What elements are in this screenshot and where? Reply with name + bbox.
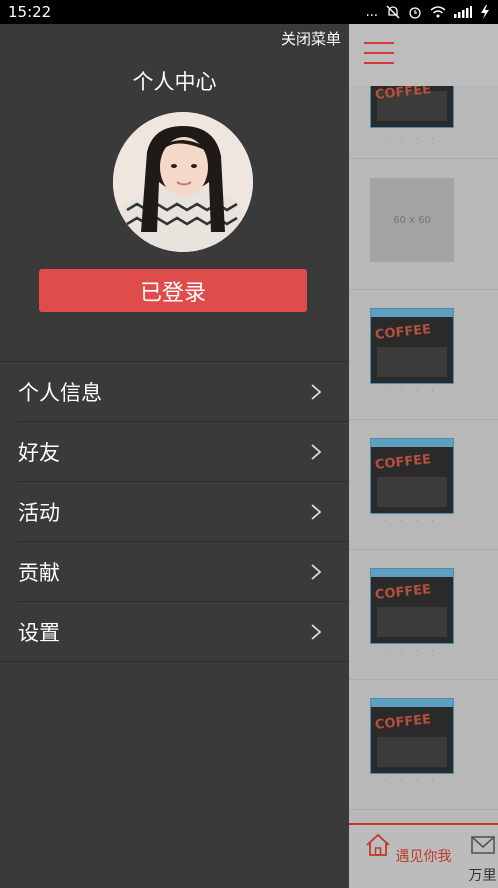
list-item[interactable]: · · · · <box>349 290 498 420</box>
charging-battery-icon <box>481 5 489 19</box>
list-item[interactable]: · · · · <box>349 420 498 550</box>
post-thumbnail[interactable] <box>370 568 454 644</box>
mute-bell-icon <box>386 5 400 19</box>
menu-item-friends[interactable]: 好友 <box>0 422 349 482</box>
overflow-dots-icon: ... <box>365 4 378 20</box>
hamburger-menu-icon[interactable] <box>364 42 396 66</box>
side-drawer: 关闭菜单 个人中心 已登录 个人信息 好友 活动 贡献 设置 <box>0 24 349 888</box>
menu-item-label: 设置 <box>18 621 60 645</box>
chevron-right-icon <box>311 444 322 460</box>
close-menu-button[interactable]: 关闭菜单 <box>281 28 341 49</box>
chevron-right-icon <box>311 624 322 640</box>
status-time: 15:22 <box>8 3 52 21</box>
menu-item-label: 好友 <box>18 441 60 465</box>
menu-item-label: 活动 <box>18 501 60 525</box>
wifi-icon <box>430 6 446 18</box>
content-header <box>349 24 498 86</box>
menu-item-contributions[interactable]: 贡献 <box>0 542 349 602</box>
chevron-right-icon <box>311 564 322 580</box>
chevron-right-icon <box>311 504 322 520</box>
menu-item-label: 贡献 <box>18 561 60 585</box>
home-icon <box>366 833 390 856</box>
tab-label: 遇见你我 <box>395 849 452 865</box>
status-icons: ... <box>366 5 490 20</box>
menu-item-label: 个人信息 <box>18 381 102 405</box>
tab-far[interactable]: 万里 <box>467 833 498 885</box>
tab-meet[interactable]: 遇见你我 <box>365 833 451 866</box>
list-item[interactable]: · · · · <box>349 550 498 680</box>
menu-item-profile[interactable]: 个人信息 <box>0 362 349 422</box>
drawer-menu: 个人信息 好友 活动 贡献 设置 <box>0 361 349 662</box>
tab-label: 万里 <box>468 868 497 884</box>
post-thumbnail[interactable] <box>370 308 454 384</box>
image-placeholder: 60 x 60 <box>370 178 454 262</box>
post-thumbnail[interactable] <box>370 438 454 514</box>
alarm-icon <box>409 7 421 19</box>
status-bar: 15:22 ... <box>0 0 498 24</box>
list-item[interactable]: · · · · <box>349 680 498 810</box>
menu-item-activities[interactable]: 活动 <box>0 482 349 542</box>
envelope-icon <box>470 836 495 854</box>
login-status-button[interactable]: 已登录 <box>39 269 307 312</box>
bottom-tab-bar: 遇见你我 万里 <box>349 823 498 888</box>
avatar[interactable] <box>113 112 253 252</box>
chevron-right-icon <box>311 384 322 400</box>
drawer-title: 个人中心 <box>132 70 217 94</box>
list-item[interactable]: 60 x 60 <box>349 160 498 290</box>
post-thumbnail[interactable] <box>370 698 454 774</box>
main-content: · · · · 60 x 60 · · · · · · · · · · · · … <box>349 24 498 888</box>
avatar-image <box>113 112 253 252</box>
menu-item-settings[interactable]: 设置 <box>0 602 349 662</box>
signal-icon <box>454 6 472 18</box>
